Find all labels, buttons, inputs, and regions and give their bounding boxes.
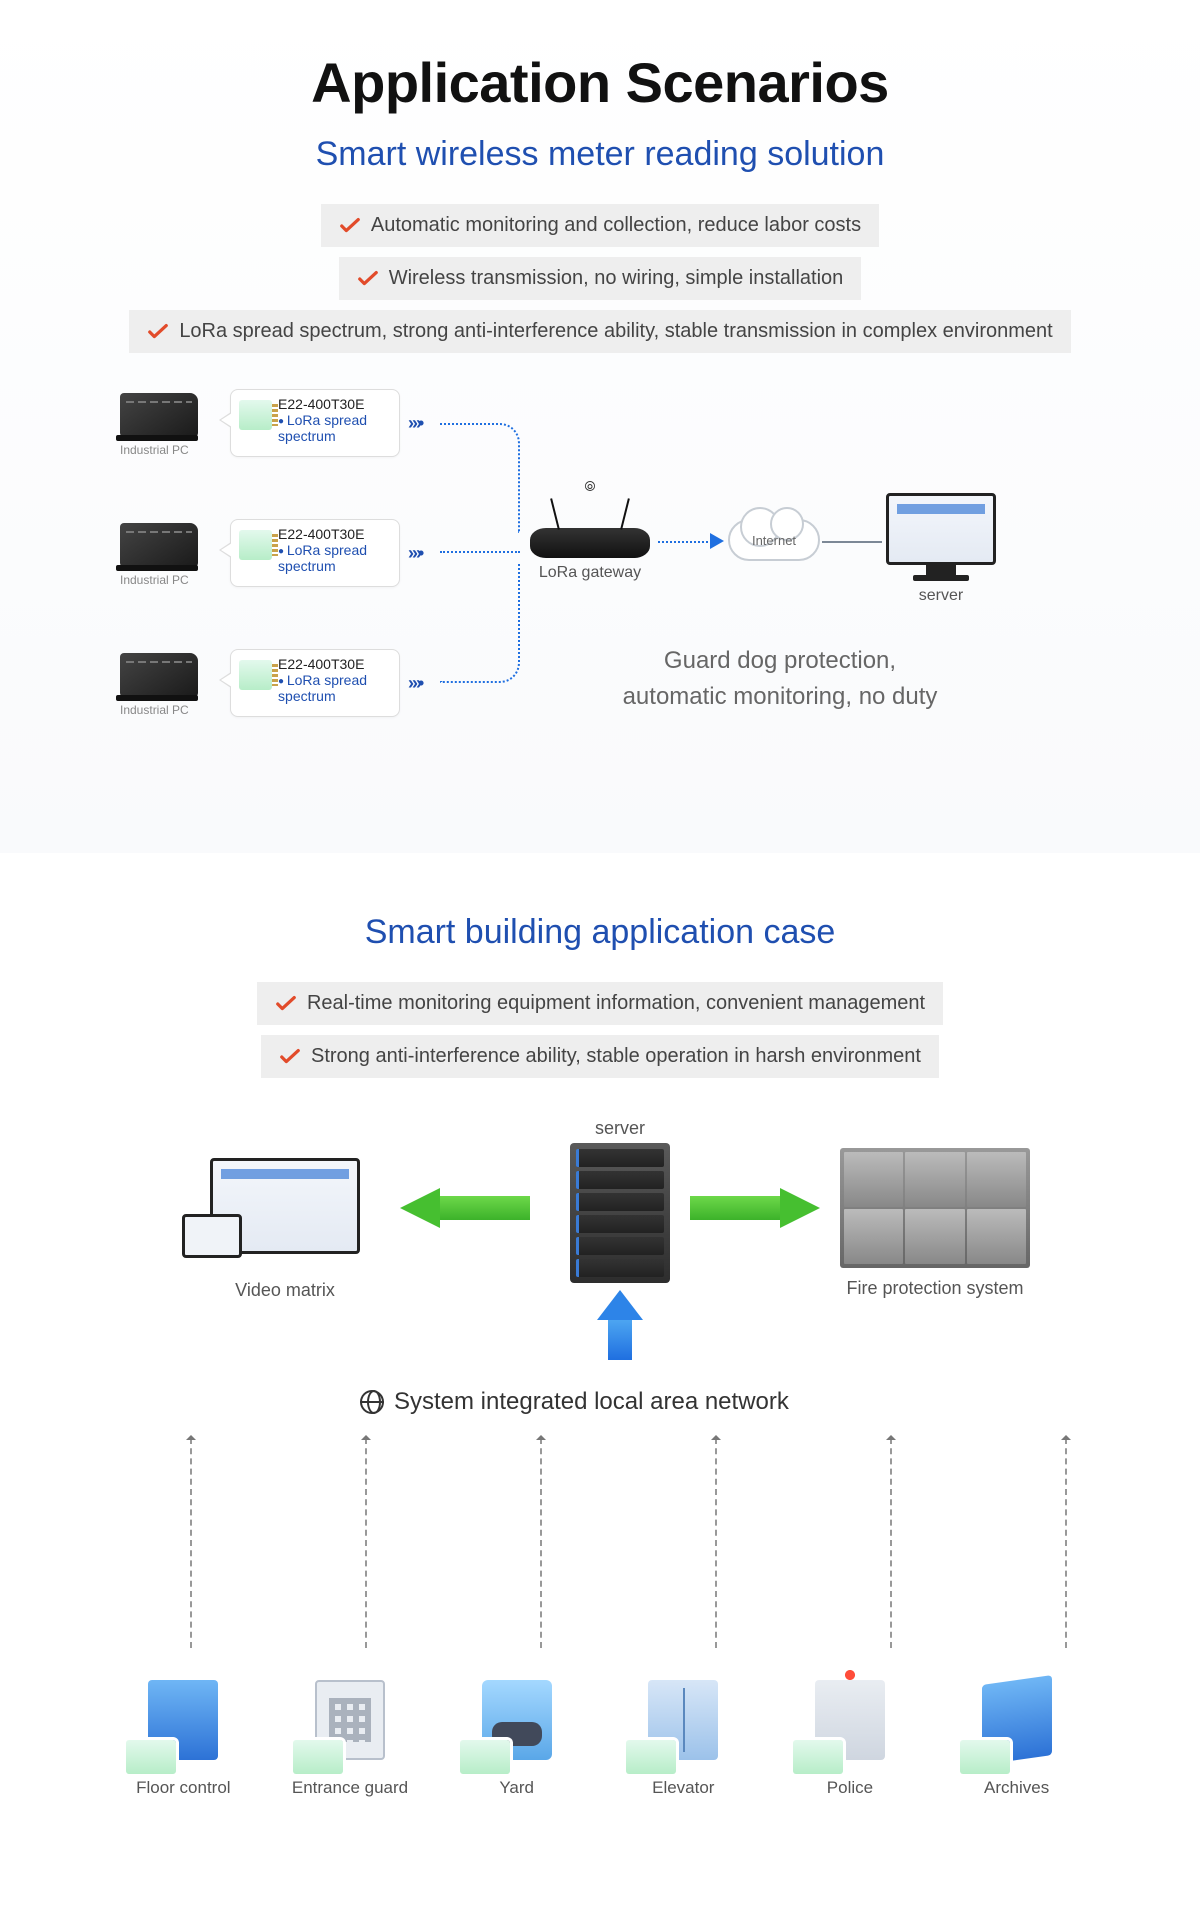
scenario1-features: Automatic monitoring and collection, red… [40,204,1160,353]
module-model: E22-400T30E [278,396,391,412]
node-elev: Elevator [608,1680,758,1798]
signal-icon [408,543,422,564]
uplink-dashed [715,1438,717,1648]
lora-gateway-icon: ⦾ LoRa gateway [530,528,650,582]
server-label: server [886,587,996,605]
scenario2-title: Smart building application case [40,913,1160,952]
node-archive: Archives [942,1680,1092,1798]
node-police: Police [775,1680,925,1798]
node-label: Elevator [608,1778,758,1798]
scenario-1-section: Application Scenarios Smart wireless met… [0,0,1200,853]
module-model: E22-400T30E [278,526,391,542]
check-icon [357,268,379,290]
module-icon [960,1740,1010,1774]
check-icon [339,215,361,237]
feature-text: Real-time monitoring equipment informati… [307,992,925,1015]
tagline-line: automatic monitoring, no duty [520,679,1040,715]
module-icon [239,530,272,560]
feature-text: Strong anti-interference ability, stable… [311,1045,921,1068]
video-matrix-icon: Video matrix [210,1158,360,1301]
module-bubble: E22-400T30E LoRa spread spectrum [230,649,400,717]
feature-item: Strong anti-interference ability, stable… [261,1035,939,1078]
fire-label: Fire protection system [840,1278,1030,1299]
globe-icon [360,1390,384,1414]
module-icon [793,1740,843,1774]
module-mode: LoRa spread spectrum [278,542,391,574]
module-model: E22-400T30E [278,656,391,672]
signal-icon [408,413,422,434]
dotted-link [440,551,520,553]
signal-icon [408,673,422,694]
arrow-right-icon [710,533,724,549]
pc-label: Industrial PC [120,443,198,457]
video-matrix-label: Video matrix [210,1280,360,1301]
arrow-right-icon [690,1188,820,1228]
pc-label: Industrial PC [120,703,198,717]
node-label: Yard [442,1778,592,1798]
uplink-dashed [540,1438,542,1648]
wifi-icon: ⦾ [584,478,595,495]
scenario1-tagline: Guard dog protection, automatic monitori… [520,643,1040,715]
server-icon: server [886,493,996,605]
arrow-left-icon [400,1188,530,1228]
module-mode: LoRa spread spectrum [278,412,391,444]
node-row: Floor control Entrance guard Yard Elevator P… [100,1680,1100,1798]
cloud-label: Internet [752,533,796,548]
arrow-up-icon [597,1290,643,1360]
page-title: Application Scenarios [40,50,1160,115]
lan-title-text: System integrated local area network [394,1388,789,1416]
uplink-dashed [365,1438,367,1648]
lan-title: System integrated local area network [360,1388,789,1416]
module-icon [293,1740,343,1774]
feature-item: Real-time monitoring equipment informati… [257,982,943,1025]
uplink-dashed [190,1438,192,1648]
dotted-link [440,563,520,683]
module-icon [239,660,272,690]
uplink-dashed [890,1438,892,1648]
node-car: Yard [442,1680,592,1798]
scenario1-title: Smart wireless meter reading solution [40,135,1160,174]
module-bubble: E22-400T30E LoRa spread spectrum [230,519,400,587]
fire-system-icon: Fire protection system [840,1148,1030,1299]
link-line [822,541,882,543]
gateway-label: LoRa gateway [530,564,650,582]
node-label: Floor control [108,1778,258,1798]
module-icon [460,1740,510,1774]
node-label: Police [775,1778,925,1798]
tablet-icon [182,1214,242,1258]
feature-text: Automatic monitoring and collection, red… [371,214,861,237]
module-bubble: E22-400T30E LoRa spread spectrum [230,389,400,457]
industrial-pc-icon: Industrial PC [120,393,198,447]
node-label: Entrance guard [275,1778,425,1798]
scenario2-features: Real-time monitoring equipment informati… [40,982,1160,1078]
cloud-icon: Internet [728,519,820,569]
check-icon [275,993,297,1015]
feature-item: Wireless transmission, no wiring, simple… [339,257,862,300]
module-icon [626,1740,676,1774]
tagline-line: Guard dog protection, [520,643,1040,679]
node-label: Archives [942,1778,1092,1798]
check-icon [147,321,169,343]
uplink-dashed [1065,1438,1067,1648]
module-mode: LoRa spread spectrum [278,672,391,704]
scenario-2-section: Smart building application case Real-tim… [0,853,1200,1838]
industrial-pc-icon: Industrial PC [120,523,198,577]
feature-text: LoRa spread spectrum, strong anti-interf… [179,320,1052,343]
industrial-pc-icon: Industrial PC [120,653,198,707]
feature-item: Automatic monitoring and collection, red… [321,204,879,247]
feature-text: Wireless transmission, no wiring, simple… [389,267,844,290]
check-icon [279,1046,301,1068]
scenario2-diagram: Video matrix server Fire protection syst… [100,1118,1100,1798]
scenario1-diagram: Industrial PC Industrial PC Industrial P… [80,393,1120,813]
server-label: server [570,1118,670,1139]
dotted-link [440,423,520,533]
dotted-link [658,541,712,543]
module-icon [126,1740,176,1774]
node-tower: Floor control [108,1680,258,1798]
node-keypad: Entrance guard [275,1680,425,1798]
server-rack-icon: server [570,1118,670,1283]
pc-label: Industrial PC [120,573,198,587]
module-icon [239,400,272,430]
feature-item: LoRa spread spectrum, strong anti-interf… [129,310,1070,353]
